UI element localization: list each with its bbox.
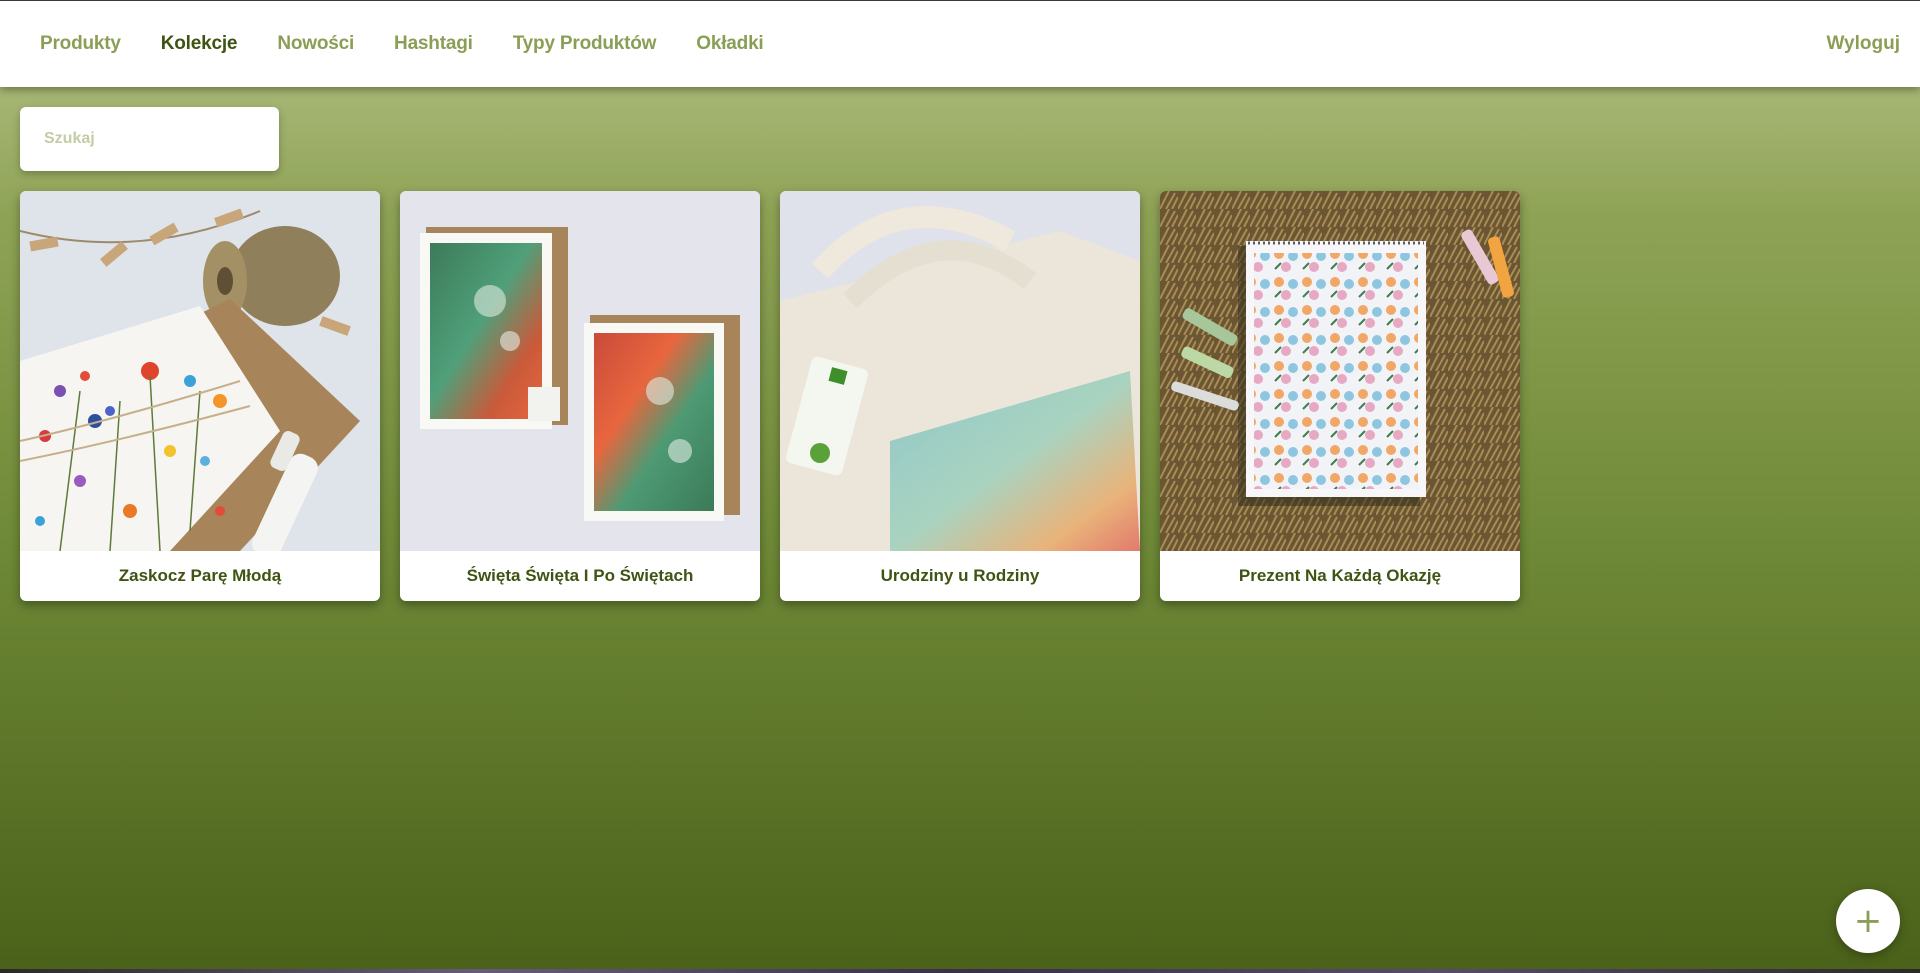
collection-image-tote-bag xyxy=(780,191,1140,551)
collection-image-greeting-cards xyxy=(400,191,760,551)
collection-image-notebook xyxy=(1160,191,1520,551)
bottom-strip xyxy=(0,969,1920,973)
collection-title: Święta Święta I Po Świętach xyxy=(466,566,694,585)
search-box xyxy=(20,107,279,171)
collection-grid: Zaskocz Parę Młodą Święta Święta I Po Św… xyxy=(20,191,1520,601)
collection-title: Prezent Na Każdą Okazję xyxy=(1238,566,1442,585)
nav-item-hashtagi[interactable]: Hashtagi xyxy=(374,33,493,55)
collection-title: Urodziny u Rodziny xyxy=(880,566,1040,585)
nav-item-okladki[interactable]: Okładki xyxy=(676,33,783,55)
search-input[interactable] xyxy=(20,107,279,171)
collection-card[interactable]: Urodziny u Rodziny xyxy=(780,191,1140,601)
add-button[interactable]: + xyxy=(1836,889,1900,953)
collection-title: Zaskocz Parę Młodą xyxy=(118,566,282,585)
collection-card[interactable]: Prezent Na Każdą Okazję xyxy=(1160,191,1520,601)
nav-links: Produkty Kolekcje Nowości Hashtagi Typy … xyxy=(0,33,784,55)
plus-icon: + xyxy=(1853,901,1883,941)
top-navbar: Produkty Kolekcje Nowości Hashtagi Typy … xyxy=(0,0,1920,87)
collection-image-wildflower-card xyxy=(20,191,380,551)
nav-item-nowosci[interactable]: Nowości xyxy=(257,33,374,55)
nav-item-produkty[interactable]: Produkty xyxy=(20,33,141,55)
nav-item-kolekcje[interactable]: Kolekcje xyxy=(141,33,258,55)
nav-item-typy-produktow[interactable]: Typy Produktów xyxy=(493,33,677,55)
collection-card[interactable]: Święta Święta I Po Świętach xyxy=(400,191,760,601)
logout-link[interactable]: Wyloguj xyxy=(1826,33,1900,55)
collection-card[interactable]: Zaskocz Parę Młodą xyxy=(20,191,380,601)
